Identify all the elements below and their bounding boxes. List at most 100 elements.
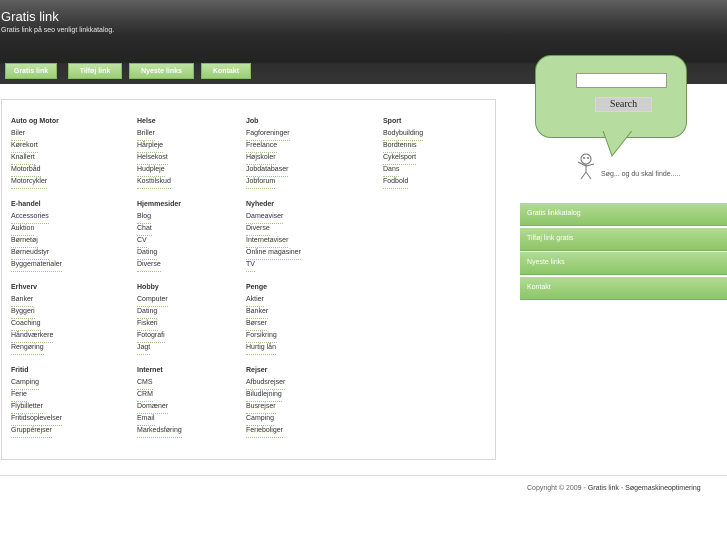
category-link[interactable]: TV <box>246 260 255 272</box>
category-link[interactable]: Internetaviser <box>246 236 289 248</box>
category-title[interactable]: Hjemmesider <box>137 200 181 212</box>
category-title[interactable]: Helse <box>137 117 171 129</box>
category-link[interactable]: Helsekost <box>137 153 168 165</box>
category-link[interactable]: Motorcykler <box>11 177 48 189</box>
category-link[interactable]: Freelance <box>246 141 278 153</box>
category-title[interactable]: Auto og Motor <box>11 117 59 129</box>
category-link[interactable]: Fodbold <box>383 177 409 189</box>
category-link[interactable]: Dans <box>383 165 400 177</box>
category-link[interactable]: CMS <box>137 378 153 390</box>
category-rejser: Rejser Afbudsrejser Biludlejning Busrejs… <box>246 366 286 438</box>
category-link[interactable]: Hurtig lån <box>246 343 276 355</box>
category-title[interactable]: Penge <box>246 283 277 295</box>
footer-divider <box>0 475 727 476</box>
category-link[interactable]: CRM <box>137 390 153 402</box>
category-link[interactable]: Ferie <box>11 390 27 402</box>
category-link[interactable]: Kørekort <box>11 141 38 153</box>
category-link[interactable]: Computer <box>137 295 168 307</box>
category-link[interactable]: Accessories <box>11 212 49 224</box>
category-link[interactable]: Chat <box>137 224 152 236</box>
category-link[interactable]: Afbudsrejser <box>246 378 286 390</box>
category-title[interactable]: Erhverv <box>11 283 53 295</box>
category-link[interactable]: Børnetøj <box>11 236 38 248</box>
category-link[interactable]: Camping <box>246 414 275 426</box>
category-nyheder: Nyheder Dameaviser Diverse Internetavise… <box>246 200 301 272</box>
category-helse: Helse Briller Hårpleje Helsekost Hudplej… <box>137 117 171 189</box>
category-link[interactable]: Rengøring <box>11 343 44 355</box>
category-title[interactable]: Nyheder <box>246 200 301 212</box>
category-link[interactable]: Auktion <box>11 224 35 236</box>
category-auto-og-motor: Auto og Motor Biler Kørekort Knallert Mo… <box>11 117 59 189</box>
category-link[interactable]: Biler <box>11 129 26 141</box>
category-link[interactable]: Børneudstyr <box>11 248 50 260</box>
category-link[interactable]: Jobdatabaser <box>246 165 289 177</box>
category-link[interactable]: Domæner <box>137 402 169 414</box>
search-input[interactable] <box>576 73 667 88</box>
category-link[interactable]: Aktier <box>246 295 264 307</box>
footer-site-link[interactable]: Gratis link <box>588 485 619 492</box>
category-title[interactable]: Rejser <box>246 366 285 378</box>
category-link[interactable]: Dameaviser <box>246 212 284 224</box>
category-link[interactable]: Coaching <box>11 319 41 331</box>
category-link[interactable]: Byggeri <box>11 307 35 319</box>
category-title[interactable]: E-handel <box>11 200 62 212</box>
category-link[interactable]: Forsikring <box>246 331 277 343</box>
sidebar-item-nyeste-links[interactable]: Nyeste links <box>520 252 727 275</box>
footer-seo-link[interactable]: Søgemaskineoptimering <box>625 485 700 492</box>
category-link[interactable]: Banker <box>11 295 34 307</box>
category-link[interactable]: Fritidsoplevelser <box>11 414 62 426</box>
sidebar-item-kontakt[interactable]: Kontakt <box>520 276 727 300</box>
category-link[interactable]: Fotografi <box>137 331 165 343</box>
category-link[interactable]: Gruppérejser <box>11 426 52 438</box>
category-link[interactable]: Hårpleje <box>137 141 164 153</box>
category-link[interactable]: Briller <box>137 129 155 141</box>
category-link[interactable]: Ferieboliger <box>246 426 283 438</box>
nav-tilfoj-link-button[interactable]: Tilføj link <box>68 63 122 79</box>
category-link[interactable]: Camping <box>11 378 40 390</box>
category-title[interactable]: Internet <box>137 366 182 378</box>
category-link[interactable]: Diverse <box>246 224 270 236</box>
category-link[interactable]: Jobforum <box>246 177 276 189</box>
category-title[interactable]: Fritid <box>11 366 62 378</box>
category-link[interactable]: CV <box>137 236 147 248</box>
category-link[interactable]: Markedsføring <box>137 426 182 438</box>
site-subtitle: Gratis link på seo venligt linkkatalog. <box>1 27 115 34</box>
category-title[interactable]: Hobby <box>137 283 168 295</box>
category-link[interactable]: Håndværkere <box>11 331 54 343</box>
category-link[interactable]: Motorbåd <box>11 165 41 177</box>
category-link[interactable]: Knallert <box>11 153 35 165</box>
category-sport: Sport Bodybuilding Bordtennis Cykelsport… <box>383 117 424 189</box>
category-link[interactable]: Busrejser <box>246 402 276 414</box>
category-link[interactable]: Banker <box>246 307 269 319</box>
category-link[interactable]: Hudpleje <box>137 165 165 177</box>
category-title[interactable]: Sport <box>383 117 423 129</box>
category-link[interactable]: Byggematerialer <box>11 260 62 272</box>
category-link[interactable]: Blog <box>137 212 152 224</box>
nav-nyeste-links-button[interactable]: Nyeste links <box>129 63 194 79</box>
category-link[interactable]: Dating <box>137 307 158 319</box>
nav-gratis-link-button[interactable]: Gratis link <box>5 63 57 79</box>
category-link[interactable]: Fiskeri <box>137 319 158 331</box>
category-job: Job Fagforeninger Freelance Højskoler Jo… <box>246 117 290 189</box>
category-link[interactable]: Bodybuilding <box>383 129 424 141</box>
category-link[interactable]: Diverse <box>137 260 161 272</box>
category-title[interactable]: Job <box>246 117 290 129</box>
search-button[interactable]: Search <box>595 97 652 112</box>
category-link[interactable]: Fagforeninger <box>246 129 290 141</box>
site-title[interactable]: Gratis link <box>1 9 59 24</box>
category-link[interactable]: Bordtennis <box>383 141 417 153</box>
footer-copyright: Copyright © 2009 - <box>527 485 588 492</box>
nav-kontakt-button[interactable]: Kontakt <box>201 63 251 79</box>
category-link[interactable]: Flybilletter <box>11 402 43 414</box>
category-link[interactable]: Email <box>137 414 155 426</box>
sidebar-item-tilfoj-link-gratis[interactable]: Tilføj link gratis <box>520 227 727 251</box>
sidebar-item-gratis-linkkatalog[interactable]: Gratis linkkatalog <box>520 203 727 226</box>
category-link[interactable]: Biludlejning <box>246 390 282 402</box>
category-link[interactable]: Børser <box>246 319 267 331</box>
category-link[interactable]: Cykelsport <box>383 153 417 165</box>
category-link[interactable]: Højskoler <box>246 153 276 165</box>
category-link[interactable]: Jagt <box>137 343 151 355</box>
category-link[interactable]: Online magasiner <box>246 248 301 260</box>
category-link[interactable]: Kosttilskud <box>137 177 171 189</box>
category-link[interactable]: Dating <box>137 248 158 260</box>
